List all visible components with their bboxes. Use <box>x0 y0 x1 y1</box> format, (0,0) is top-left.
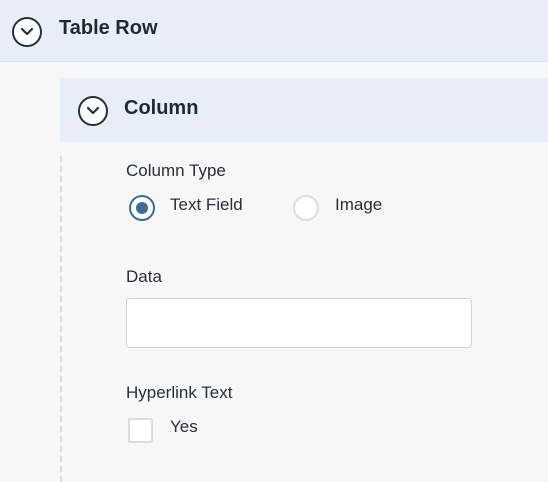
table-row-header[interactable]: Table Row <box>0 0 548 62</box>
table-row-title: Table Row <box>59 17 158 39</box>
hyperlink-yes-checkbox[interactable] <box>128 418 153 443</box>
data-input[interactable] <box>126 298 472 348</box>
data-field-label: Data <box>126 267 162 286</box>
column-type-label: Column Type <box>126 161 226 180</box>
radio-image-label[interactable]: Image <box>335 195 382 215</box>
table-row-collapse-toggle[interactable] <box>12 17 42 47</box>
chevron-down-icon <box>86 106 100 115</box>
hyperlink-yes-label[interactable]: Yes <box>170 417 198 437</box>
radio-text-field[interactable] <box>129 195 155 221</box>
radio-image[interactable] <box>293 195 319 221</box>
radio-text-field-label[interactable]: Text Field <box>170 195 243 215</box>
hyperlink-text-label: Hyperlink Text <box>126 383 233 402</box>
chevron-down-icon <box>20 27 34 36</box>
column-header[interactable]: Column <box>60 78 548 142</box>
nesting-guide-line <box>60 156 62 482</box>
column-collapse-toggle[interactable] <box>78 96 108 126</box>
column-title: Column <box>124 97 199 119</box>
